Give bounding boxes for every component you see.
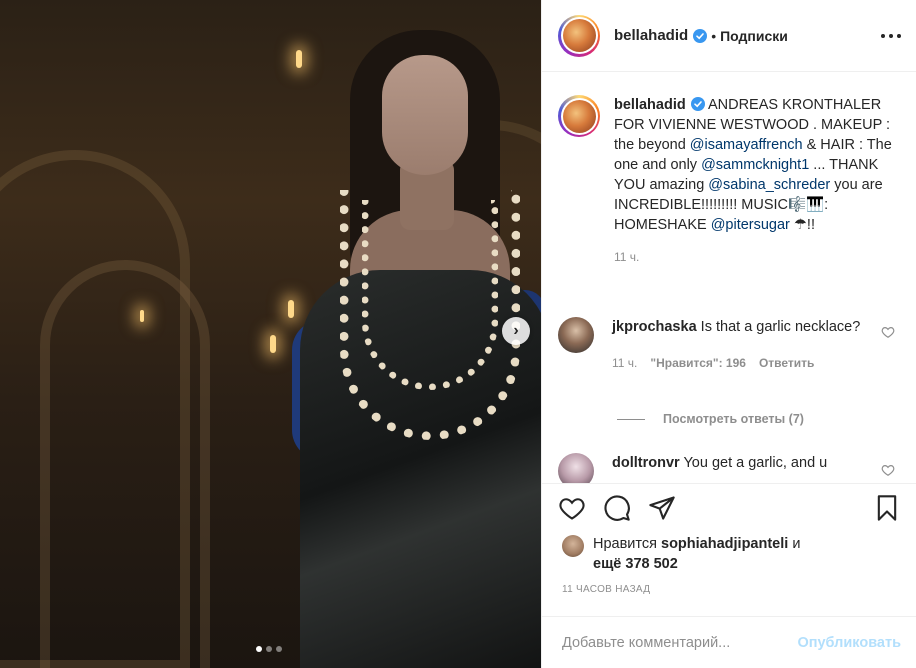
post-header: bellahadid • Подписки <box>542 0 916 72</box>
following-button[interactable]: Подписки <box>720 28 788 44</box>
caption-text: ☂!! <box>789 217 815 233</box>
view-replies-button[interactable]: Посмотреть ответы (7) <box>617 412 804 426</box>
heart-icon[interactable] <box>881 463 895 477</box>
reply-button[interactable]: Ответить <box>759 353 814 373</box>
garlic-necklace <box>362 200 498 390</box>
caption-time[interactable]: 11 ч. <box>614 247 903 267</box>
lamp-light <box>296 50 302 68</box>
carousel-dot <box>266 646 272 652</box>
likes-prefix: Нравится <box>593 536 657 552</box>
post-panel: bellahadid • Подписки bellahadid ANDREAS… <box>541 0 916 668</box>
profile-photo <box>562 19 596 52</box>
mention-link[interactable]: @sammcknight1 <box>701 157 809 173</box>
comment-time[interactable]: 11 ч. <box>612 353 637 373</box>
carousel-dot <box>256 646 262 652</box>
likes-count-button[interactable]: ещё 378 502 <box>593 556 678 572</box>
comment-text: Is that a garlic necklace? <box>700 319 861 335</box>
carousel-dot <box>276 646 282 652</box>
more-options-icon[interactable] <box>881 26 901 46</box>
comment-item: jkprochaska Is that a garlic necklace? 1… <box>558 317 903 373</box>
likes-summary: Нравится sophiahadjipanteli и ещё 378 50… <box>562 534 800 574</box>
action-icons <box>558 494 903 524</box>
view-replies-label: Посмотреть ответы (7) <box>663 412 804 426</box>
comment-likes[interactable]: "Нравится": 196 <box>650 353 746 373</box>
lamp-light <box>288 300 294 318</box>
avatar[interactable] <box>558 14 600 57</box>
profile-photo <box>562 99 596 133</box>
comment-username[interactable]: jkprochaska <box>612 319 697 335</box>
carousel-next-button[interactable]: › <box>502 317 530 345</box>
model-face <box>382 55 468 175</box>
share-icon[interactable] <box>648 494 676 522</box>
post-actions: Нравится sophiahadjipanteli и ещё 378 50… <box>542 483 916 668</box>
header-username[interactable]: bellahadid <box>614 27 688 44</box>
lamp-light <box>140 310 144 322</box>
mention-link[interactable]: @isamayaffrench <box>690 137 803 153</box>
separator: • <box>711 27 717 44</box>
likes-conj: и <box>792 536 801 552</box>
comment-input[interactable] <box>562 635 798 651</box>
caption-username[interactable]: bellahadid <box>614 97 686 113</box>
verified-badge-icon <box>693 28 708 43</box>
avatar[interactable] <box>558 95 600 137</box>
comment-username[interactable]: dolltronvr <box>612 455 680 471</box>
carousel-indicator <box>256 646 282 652</box>
avatar[interactable] <box>558 453 594 483</box>
chevron-right-icon: › <box>513 322 519 339</box>
comment-item: dolltronvr You get a garlic, and u <box>558 453 903 483</box>
background-arch <box>40 260 210 668</box>
verified-badge-icon <box>690 97 705 111</box>
like-heart-icon[interactable] <box>558 494 586 522</box>
comment-icon[interactable] <box>603 494 631 522</box>
save-bookmark-icon[interactable] <box>873 494 901 522</box>
publish-button[interactable]: Опубликовать <box>797 635 901 651</box>
heart-icon[interactable] <box>881 325 895 339</box>
avatar[interactable] <box>562 535 584 557</box>
post-caption: bellahadid ANDREAS KRONTHALER FOR VIVIEN… <box>558 95 903 267</box>
liker-username[interactable]: sophiahadjipanteli <box>661 536 788 552</box>
lamp-light <box>270 335 276 353</box>
comments-list[interactable]: bellahadid ANDREAS KRONTHALER FOR VIVIEN… <box>542 73 916 483</box>
mention-link[interactable]: @pitersugar <box>711 217 790 233</box>
add-comment-bar: Опубликовать <box>542 616 916 668</box>
post-media[interactable]: › <box>0 0 541 668</box>
avatar[interactable] <box>558 317 594 353</box>
mention-link[interactable]: @sabina_schreder <box>708 177 830 193</box>
comment-text: You get a garlic, and u <box>683 455 828 471</box>
post-timestamp[interactable]: 11 ЧАСОВ НАЗАД <box>562 584 650 595</box>
divider-line <box>617 418 645 420</box>
